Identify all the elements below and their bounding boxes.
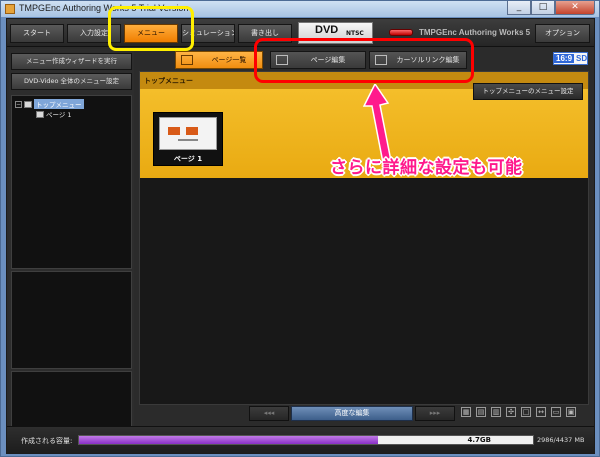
- align-icon[interactable]: ▭: [551, 407, 561, 417]
- tree-item-label: ページ 1: [46, 111, 72, 119]
- fit-icon[interactable]: □: [521, 407, 531, 417]
- page-nav: ◂◂◂ 高度な編集 ▸▸▸ ▦ ▤ ▥ ✣ □ ↔ ▭ ▣: [139, 406, 589, 422]
- menu-tree: − トップメニュー ページ 1: [11, 95, 132, 269]
- aspect-ratio: 16:9: [554, 54, 575, 63]
- grid2-icon[interactable]: ▤: [476, 407, 486, 417]
- tree-item-top-menu[interactable]: − トップメニュー: [15, 99, 84, 109]
- view-toolbar: ▦ ▤ ▥ ✣ □ ↔ ▭ ▣: [461, 407, 581, 417]
- page-list-icon: [181, 55, 193, 65]
- brand-name: TMPGEnc Authoring Works 5: [419, 28, 531, 37]
- grid-icon[interactable]: ▦: [461, 407, 471, 417]
- capacity-meter: 4.7GB: [78, 435, 534, 445]
- preview-button-shape: [186, 127, 198, 135]
- tab-page-list[interactable]: ページ一覧: [175, 51, 263, 69]
- brand-led-icon: [389, 29, 413, 36]
- capacity-fill: [79, 436, 379, 444]
- dvd-global-menu-settings-button[interactable]: DVD-Video 全体のメニュー設定: [11, 73, 132, 90]
- aspect-ratio-badge: 16:9 SD: [553, 52, 588, 65]
- menu-page-icon: [24, 100, 32, 108]
- preview-line: [178, 139, 198, 141]
- capacity-label: 作成される容量:: [21, 437, 73, 445]
- video-quality: SD: [576, 54, 588, 63]
- window-controls: _ □ ✕: [507, 1, 595, 16]
- preview-panel: [11, 371, 132, 429]
- toolbar-start-button[interactable]: スタート: [10, 24, 64, 43]
- page-thumbnail[interactable]: ページ 1: [153, 112, 223, 166]
- preview-button-shape: [168, 127, 180, 135]
- top-menu-settings-button[interactable]: トップメニューのメニュー設定: [473, 83, 583, 100]
- capacity-value: 4.7GB: [467, 436, 491, 444]
- resize-icon[interactable]: ↔: [536, 407, 546, 417]
- capacity-detail: 2986/4437 MB: [537, 436, 585, 444]
- advanced-edit-button[interactable]: 高度な編集: [291, 406, 413, 421]
- left-panel: メニュー作成ウィザードを実行 DVD-Video 全体のメニュー設定 − トップ…: [9, 49, 134, 433]
- crosshair-icon[interactable]: ✣: [506, 407, 516, 417]
- layers-icon[interactable]: ▣: [566, 407, 576, 417]
- options-button[interactable]: オプション: [535, 24, 590, 43]
- disc-format: DVD: [315, 24, 339, 36]
- page-preview-image: [159, 117, 217, 150]
- video-standard: NTSC: [346, 30, 364, 37]
- title-bar: TMPGEnc Authoring Works 5 Trial Version …: [1, 1, 599, 17]
- tree-collapse-icon[interactable]: −: [15, 100, 22, 108]
- minimize-button[interactable]: _: [507, 1, 531, 15]
- maximize-button[interactable]: □: [531, 1, 555, 15]
- page-icon: [36, 110, 44, 118]
- tree-item-page-1[interactable]: ページ 1: [36, 109, 72, 119]
- app-icon: [5, 4, 15, 14]
- highlight-tabs-annotation: [254, 38, 474, 83]
- page-thumbnail-label: ページ 1: [173, 155, 203, 163]
- app-client: スタート 入力設定 メニュー シミュレーション 書き出し DVD NTSC TM…: [6, 18, 595, 454]
- next-page-button[interactable]: ▸▸▸: [415, 406, 455, 421]
- close-button[interactable]: ✕: [555, 1, 595, 15]
- app-window: TMPGEnc Authoring Works 5 Trial Version …: [0, 0, 600, 457]
- tree-item-label: トップメニュー: [34, 99, 84, 109]
- grid3-icon[interactable]: ▥: [491, 407, 501, 417]
- status-bar: 作成される容量: 4.7GB 2986/4437 MB: [7, 426, 594, 453]
- menu-wizard-button[interactable]: メニュー作成ウィザードを実行: [11, 53, 132, 70]
- highlight-menu-button-annotation: [108, 6, 194, 51]
- tab-label: ページ一覧: [211, 56, 247, 64]
- prev-page-button[interactable]: ◂◂◂: [249, 406, 289, 421]
- property-panel: [11, 271, 132, 369]
- menu-strip-title: トップメニュー: [144, 77, 193, 85]
- annotation-caption: さらに詳細な設定も可能: [330, 158, 523, 178]
